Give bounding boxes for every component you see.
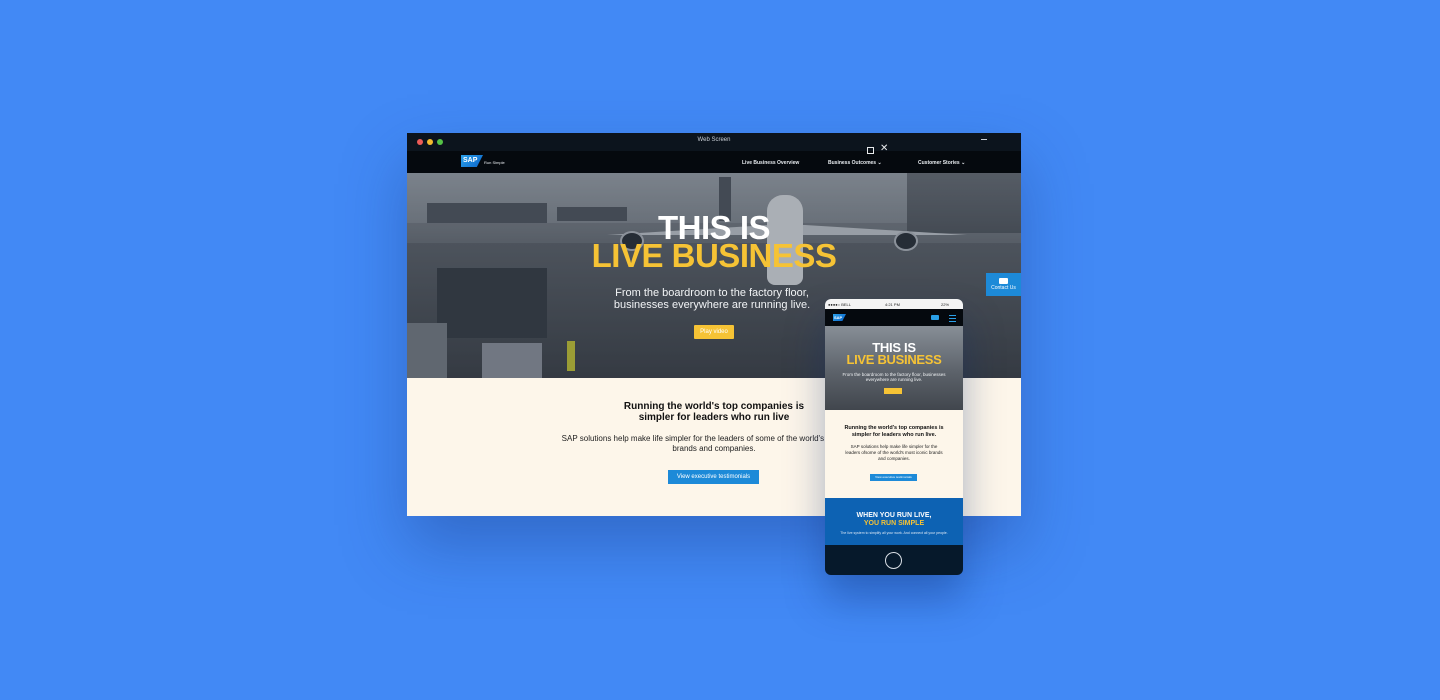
mobile-view-testimonials-button[interactable]: View executive testimonials bbox=[870, 474, 917, 481]
mobile-section: Running the world's top companies is sim… bbox=[825, 410, 963, 498]
hero-subtitle: From the boardroom to the factory floor,… bbox=[613, 287, 811, 311]
banner-body: The live system to simplify all your wor… bbox=[840, 531, 948, 535]
section-body: SAP solutions help make life simpler for… bbox=[561, 434, 867, 453]
mobile-section-heading: Running the world's top companies is sim… bbox=[844, 425, 944, 438]
window-title: Web Screen bbox=[697, 137, 731, 143]
sap-logo[interactable]: SAP bbox=[461, 155, 483, 167]
window-minimize-icon[interactable] bbox=[981, 139, 987, 140]
nav-live-business-overview[interactable]: Live Business Overview bbox=[742, 160, 799, 166]
mobile-hero-subtitle: From the boardroom to the factory floor,… bbox=[842, 372, 946, 382]
mobile-hero: THIS IS LIVE BUSINESS From the boardroom… bbox=[825, 326, 963, 410]
window-maximize-icon[interactable] bbox=[867, 147, 874, 154]
play-video-button[interactable]: Play video bbox=[694, 325, 734, 339]
home-button-icon[interactable] bbox=[885, 552, 902, 569]
mobile-run-simple-banner: WHEN YOU RUN LIVE, YOU RUN SIMPLE The li… bbox=[825, 498, 963, 545]
phone-status-bar: ●●●●○ BELL 4:21 PM 22% bbox=[825, 299, 963, 309]
mobile-play-video-button[interactable] bbox=[884, 388, 902, 394]
status-time: 4:21 PM bbox=[885, 302, 900, 307]
banner-heading-line2: YOU RUN SIMPLE bbox=[863, 519, 925, 527]
tagline: Run Simple bbox=[484, 160, 505, 165]
banner-heading-line1: WHEN YOU RUN LIVE, bbox=[856, 512, 932, 519]
window-titlebar: Web Screen bbox=[407, 133, 1021, 151]
battery-level: 22% bbox=[941, 302, 950, 307]
chat-icon[interactable] bbox=[931, 315, 939, 320]
nav-customer-stories[interactable]: Customer Stories ⌄ bbox=[918, 160, 965, 166]
view-testimonials-button[interactable]: View executive testimonials bbox=[668, 470, 759, 484]
menu-icon[interactable] bbox=[949, 315, 956, 322]
hero-title-line2: LIVE BUSINESS bbox=[591, 237, 837, 274]
window-close-icon[interactable]: ✕ bbox=[880, 144, 888, 154]
site-top-nav: SAP Run Simple Live Business Overview Bu… bbox=[407, 151, 1021, 173]
chat-icon bbox=[999, 278, 1008, 284]
mobile-nav: SAP bbox=[825, 309, 963, 326]
contact-us-label: Contact Us bbox=[991, 285, 1016, 291]
sap-logo[interactable]: SAP bbox=[833, 314, 846, 321]
mobile-section-body: SAP solutions help make life simpler for… bbox=[845, 444, 943, 461]
contact-us-button[interactable]: Contact Us bbox=[986, 273, 1021, 296]
nav-business-outcomes[interactable]: Business Outcomes ⌄ bbox=[828, 160, 882, 166]
banner-heading: WHEN YOU RUN LIVE, YOU RUN SIMPLE bbox=[825, 512, 963, 527]
mobile-phone: ●●●●○ BELL 4:21 PM 22% SAP THIS IS LIVE … bbox=[825, 299, 963, 575]
carrier-signal: ●●●●○ BELL bbox=[828, 302, 851, 307]
mobile-hero-title-line2: LIVE BUSINESS bbox=[846, 352, 942, 367]
section-heading: Running the world's top companies is sim… bbox=[623, 401, 805, 423]
